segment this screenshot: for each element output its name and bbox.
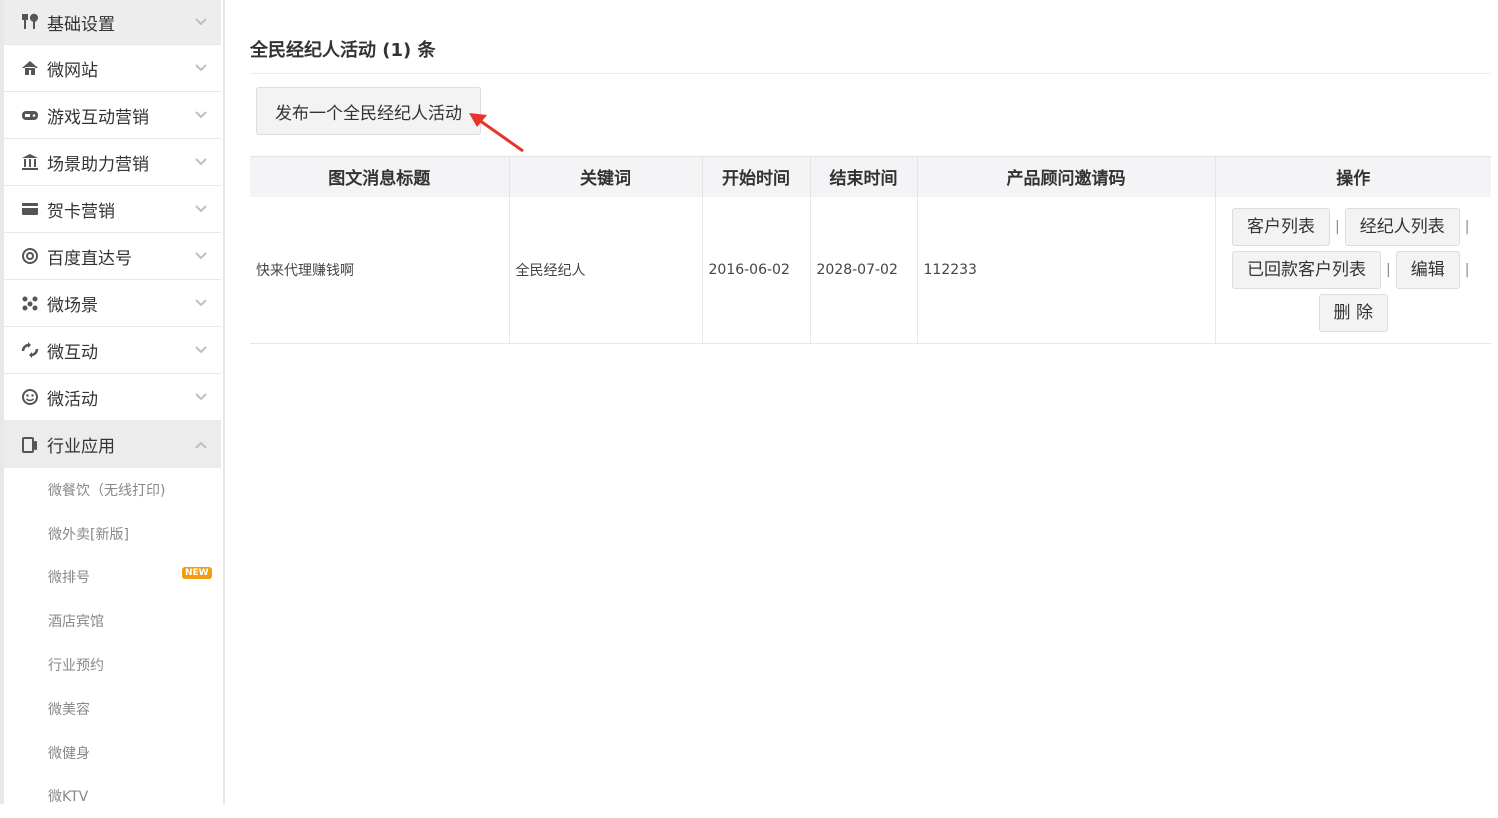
sidebar-item-baidu-direct[interactable]: 百度直达号 [4, 233, 221, 280]
submenu-item-label: 微健身 [48, 745, 90, 762]
chevron-down-icon [195, 390, 207, 404]
at-icon [20, 246, 40, 266]
submenu-item-label: 微美容 [48, 701, 90, 718]
separator: | [1464, 261, 1470, 278]
sidebar-item-micro-interaction[interactable]: 微互动 [4, 327, 221, 374]
submenu-item-label: 微餐饮（无线打印) [48, 482, 166, 499]
molecule-icon [20, 293, 40, 313]
annotation-arrow-icon [469, 113, 524, 153]
sidebar-item-label: 微互动 [47, 342, 98, 363]
sidebar-item-label: 游戏互动营销 [47, 107, 149, 128]
activity-table: 图文消息标题 关键词 开始时间 结束时间 产品顾问邀请码 操作 快来代理赚钱啊 … [250, 156, 1491, 344]
chevron-down-icon [195, 15, 207, 29]
separator: | [1464, 218, 1470, 235]
cell-actions: 客户列表 | 经纪人列表 | 已回款客户列表 | 编辑 | 删 除 [1215, 196, 1491, 344]
tools-icon [20, 12, 40, 32]
chevron-down-icon [195, 249, 207, 263]
submenu-item-fitness[interactable]: 微健身 [4, 731, 221, 775]
submenu-item-ktv[interactable]: 微KTV [4, 775, 221, 818]
chevron-down-icon [195, 202, 207, 216]
card-icon [20, 199, 40, 219]
agent-list-button[interactable]: 经纪人列表 [1344, 207, 1460, 246]
sidebar-item-label: 基础设置 [47, 14, 115, 35]
chevron-down-icon [195, 108, 207, 122]
column-header: 结束时间 [810, 156, 918, 197]
submenu-item-label: 微排号 [48, 570, 90, 587]
separator: | [1335, 218, 1340, 235]
sidebar-item-label: 微网站 [47, 60, 98, 81]
publish-activity-button[interactable]: 发布一个全民经纪人活动 [256, 87, 481, 135]
bank-icon [20, 152, 40, 172]
sidebar-item-label: 微场景 [47, 295, 98, 316]
submenu-item-booking[interactable]: 行业预约 [4, 643, 221, 687]
sidebar-item-microsite[interactable]: 微网站 [4, 45, 221, 92]
edit-button[interactable]: 编辑 [1395, 250, 1460, 289]
cell-end-date: 2028-07-02 [810, 196, 918, 344]
face-icon [20, 387, 40, 407]
sidebar-item-scene-marketing[interactable]: 场景助力营销 [4, 139, 221, 186]
submenu-item-catering[interactable]: 微餐饮（无线打印) [4, 468, 221, 512]
sidebar-item-label: 场景助力营销 [47, 154, 149, 175]
submenu-item-beauty[interactable]: 微美容 [4, 687, 221, 731]
separator: | [1386, 261, 1391, 278]
column-header: 操作 [1215, 156, 1491, 197]
new-badge: NEW [182, 566, 212, 579]
table-header-row: 图文消息标题 关键词 开始时间 结束时间 产品顾问邀请码 操作 [250, 156, 1491, 197]
submenu-item-hotel[interactable]: 酒店宾馆 [4, 599, 221, 643]
chevron-down-icon [195, 296, 207, 310]
sidebar-item-industry-apps[interactable]: 行业应用 [4, 421, 221, 468]
customer-list-button[interactable]: 客户列表 [1232, 207, 1331, 246]
chevron-up-icon [195, 438, 207, 452]
sidebar-item-label: 贺卡营销 [47, 201, 115, 222]
submenu-item-label: 微外卖[新版] [48, 526, 129, 543]
delete-button[interactable]: 删 除 [1318, 293, 1388, 332]
industry-submenu: 微餐饮（无线打印) 微外卖[新版] 微排号 NEW 酒店宾馆 行业预约 微美容 … [4, 468, 221, 818]
cell-keyword: 全民经纪人 [509, 196, 703, 344]
submenu-item-takeout[interactable]: 微外卖[新版] [4, 512, 221, 556]
chevron-down-icon [195, 155, 207, 169]
sidebar-item-game-marketing[interactable]: 游戏互动营销 [4, 92, 221, 139]
swap-icon [20, 340, 40, 360]
sidebar-item-micro-activity[interactable]: 微活动 [4, 374, 221, 421]
paid-customer-list-button[interactable]: 已回款客户列表 [1232, 250, 1382, 289]
column-header: 图文消息标题 [250, 156, 510, 197]
page-title: 全民经纪人活动 (1) 条 [250, 40, 436, 61]
column-header: 开始时间 [702, 156, 811, 197]
submenu-item-label: 酒店宾馆 [48, 614, 104, 631]
gamepad-icon [20, 105, 40, 125]
sidebar-item-micro-scene[interactable]: 微场景 [4, 280, 221, 327]
home-icon [20, 58, 40, 78]
submenu-item-label: 微KTV [48, 789, 89, 806]
sidebar-item-basic-settings[interactable]: 基础设置 [4, 0, 221, 45]
chevron-down-icon [195, 343, 207, 357]
divider [250, 73, 1490, 74]
sidebar: 基础设置 微网站 游戏互动营销 场景助力营销 贺卡营销 百度直达号 微场景 微互… [0, 0, 225, 805]
column-header: 产品顾问邀请码 [917, 156, 1216, 197]
device-icon [20, 435, 40, 455]
submenu-item-label: 行业预约 [48, 658, 104, 675]
sidebar-item-greeting-card[interactable]: 贺卡营销 [4, 186, 221, 233]
sidebar-item-label: 微活动 [47, 389, 98, 410]
cell-start-date: 2016-06-02 [702, 196, 811, 344]
column-header: 关键词 [509, 156, 703, 197]
sidebar-item-label: 行业应用 [47, 437, 115, 457]
table-row: 快来代理赚钱啊 全民经纪人 2016-06-02 2028-07-02 1122… [250, 196, 1491, 344]
chevron-down-icon [195, 61, 207, 75]
main-content: 全民经纪人活动 (1) 条 发布一个全民经纪人活动 图文消息标题 关键词 开始时… [227, 0, 1498, 804]
submenu-item-queue[interactable]: 微排号 NEW [4, 556, 221, 600]
cell-invite-code: 112233 [917, 196, 1216, 344]
cell-title: 快来代理赚钱啊 [250, 196, 510, 344]
sidebar-item-label: 百度直达号 [47, 248, 132, 269]
